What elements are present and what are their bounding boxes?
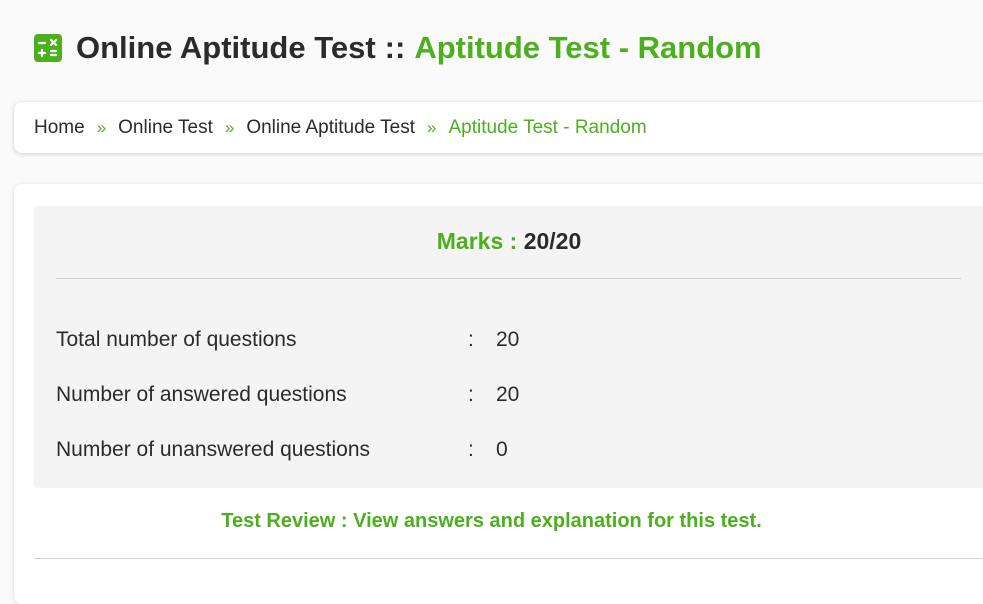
- stat-colon: :: [468, 438, 474, 461]
- stat-label: Number of answered questions: [56, 383, 347, 406]
- stat-value: 0: [496, 438, 508, 461]
- title-separator: ::: [384, 30, 406, 65]
- page-title: Online Aptitude Test :: Aptitude Test - …: [34, 26, 762, 70]
- divider: [34, 558, 983, 559]
- marks-value: 20/20: [523, 228, 582, 254]
- marks-heading: Marks : 20/20: [34, 228, 983, 255]
- calculator-icon: [34, 34, 62, 62]
- breadcrumb-separator: »: [224, 117, 235, 137]
- stat-row-unanswered: Number of unanswered questions : 0: [56, 435, 508, 465]
- breadcrumb-online-test-link[interactable]: Online Test: [118, 117, 213, 139]
- title-sub: Aptitude Test - Random: [414, 30, 762, 65]
- breadcrumb-online-aptitude-test-link[interactable]: Online Aptitude Test: [246, 117, 415, 139]
- divider: [56, 278, 961, 279]
- stat-colon: :: [468, 328, 474, 351]
- stat-row-answered: Number of answered questions : 20: [56, 380, 519, 410]
- stat-label: Total number of questions: [56, 328, 297, 351]
- stat-colon: :: [468, 383, 474, 406]
- breadcrumb-current: Aptitude Test - Random: [448, 116, 647, 138]
- marks-label: Marks :: [436, 228, 518, 254]
- result-card: Marks : 20/20 Total number of questions …: [14, 184, 983, 604]
- breadcrumb-separator: »: [96, 117, 107, 137]
- breadcrumb: Home » Online Test » Online Aptitude Tes…: [14, 102, 983, 153]
- stat-value: 20: [496, 383, 520, 406]
- title-main: Online Aptitude Test: [76, 30, 376, 65]
- breadcrumb-separator: »: [426, 117, 437, 137]
- breadcrumb-home-link[interactable]: Home: [34, 117, 85, 139]
- test-review-link[interactable]: Test Review : View answers and explanati…: [14, 510, 969, 533]
- stat-label: Number of unanswered questions: [56, 438, 371, 461]
- result-summary: Marks : 20/20 Total number of questions …: [34, 206, 983, 488]
- stat-row-total: Total number of questions : 20: [56, 325, 519, 355]
- stat-value: 20: [496, 328, 520, 351]
